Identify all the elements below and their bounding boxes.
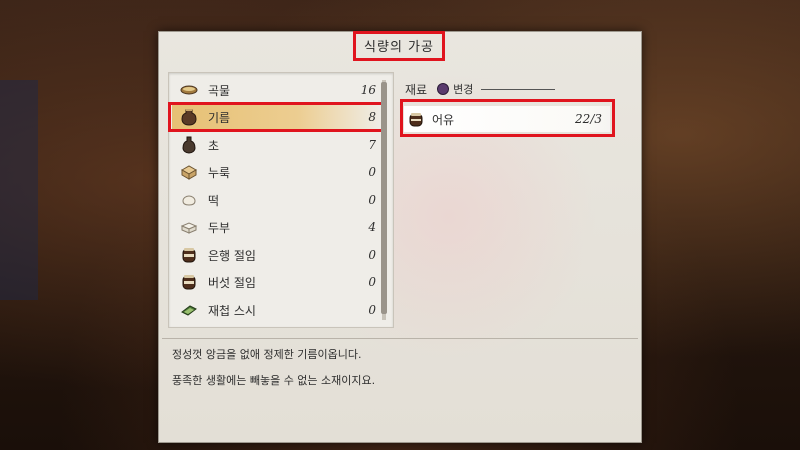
list-item-count: 0	[368, 193, 376, 207]
fish-oil-jar-icon	[408, 111, 424, 127]
list-item-label: 기름	[208, 110, 231, 125]
list-item-count: 0	[368, 275, 376, 289]
list-item-label: 재첩 스시	[208, 303, 256, 318]
materials-header: 재료 변경	[405, 80, 555, 98]
list-item-clam-sushi[interactable]: 재첩 스시 0	[172, 297, 382, 323]
description-line-2: 풍족한 생활에는 빼놓을 수 없는 소재이지요.	[172, 374, 376, 387]
yeast-block-icon	[180, 163, 198, 181]
list-item-oil[interactable]: 기름 8	[172, 104, 382, 130]
list-item-count: 4	[368, 220, 376, 234]
list-item-rice-cake[interactable]: 떡 0	[172, 187, 382, 213]
list-item-label: 버섯 절임	[208, 275, 256, 290]
pickle-jar-icon	[180, 246, 198, 264]
description-divider	[162, 338, 638, 339]
list-item-ginkgo-pickle[interactable]: 은행 절임 0	[172, 242, 382, 268]
vinegar-jar-icon	[180, 136, 198, 154]
list-item-count: 0	[368, 303, 376, 317]
list-item-mushroom-pickle[interactable]: 버섯 절임 0	[172, 269, 382, 295]
list-item-count: 8	[368, 110, 376, 124]
list-item-label: 두부	[208, 220, 231, 235]
oil-jar-icon	[180, 108, 198, 126]
material-item-count: 22/3	[575, 112, 602, 126]
materials-header-label: 재료	[405, 82, 428, 97]
list-item-label: 누룩	[208, 165, 231, 180]
grain-bowl-icon	[180, 81, 198, 99]
list-item-label: 떡	[208, 193, 220, 208]
materials-divider	[481, 88, 555, 90]
sushi-icon	[180, 301, 198, 319]
list-item-label: 곡물	[208, 83, 231, 98]
description-line-1: 정성껏 앙금을 없애 정제한 기름이옵니다.	[172, 348, 362, 361]
list-item-vinegar[interactable]: 초 7	[172, 132, 382, 158]
list-scrollbar-thumb[interactable]	[381, 82, 387, 314]
material-item-label: 어유	[432, 112, 455, 127]
list-item-count: 16	[360, 83, 376, 97]
pickle-jar-icon	[180, 273, 198, 291]
change-button[interactable]: 변경	[437, 81, 473, 97]
list-item-yeast[interactable]: 누룩 0	[172, 159, 382, 185]
background-shelf	[0, 80, 38, 300]
list-item-count: 0	[368, 248, 376, 262]
list-item-count: 7	[368, 138, 376, 152]
tofu-icon	[180, 218, 198, 236]
material-item-fish-oil[interactable]: 어유 22/3	[404, 106, 610, 132]
rice-cake-icon	[180, 191, 198, 209]
button-prompt-icon	[437, 83, 450, 95]
list-item-grain[interactable]: 곡물 16	[172, 77, 382, 103]
list-item-count: 0	[368, 165, 376, 179]
panel-title: 식량의 가공	[364, 39, 434, 55]
change-button-label: 변경	[453, 83, 474, 96]
list-item-tofu[interactable]: 두부 4	[172, 214, 382, 240]
list-item-label: 은행 절임	[208, 248, 256, 263]
list-item-label: 초	[208, 138, 220, 153]
